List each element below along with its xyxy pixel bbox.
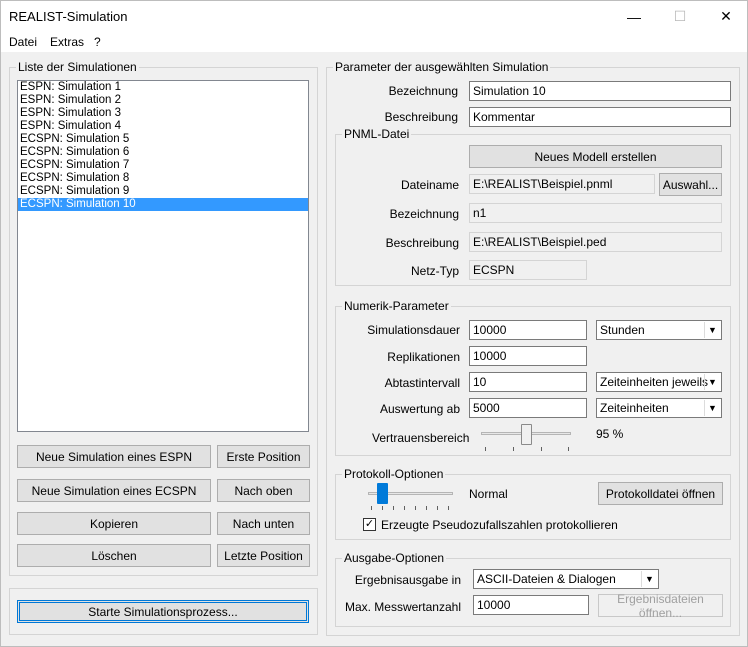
log-random-numbers-checkbox[interactable]: ✓ (363, 518, 376, 531)
start-simulation-button[interactable]: Starte Simulationsprozess... (17, 600, 309, 623)
model-description-field: E:\REALIST\Beispiel.ped (469, 232, 722, 252)
slider-tick (448, 506, 449, 510)
simulation-name-label: Bezeichnung (388, 84, 458, 98)
new-ecspn-simulation-button[interactable]: Neue Simulation eines ECSPN (17, 479, 211, 502)
move-down-button[interactable]: Nach unten (217, 512, 310, 535)
model-name-field: n1 (469, 203, 722, 223)
list-item[interactable]: ESPN: Simulation 2 (18, 94, 308, 107)
menu-extras[interactable]: Extras (50, 35, 84, 49)
list-item[interactable]: ECSPN: Simulation 10 (18, 198, 308, 211)
first-position-button[interactable]: Erste Position (217, 445, 310, 468)
chevron-down-icon[interactable]: ▼ (641, 571, 657, 587)
evaluation-start-field[interactable]: 5000 (469, 398, 587, 418)
list-item[interactable]: ECSPN: Simulation 8 (18, 172, 308, 185)
list-item[interactable]: ESPN: Simulation 3 (18, 107, 308, 120)
menu-help[interactable]: ? (94, 35, 101, 49)
sampling-interval-label: Abtastintervall (384, 376, 460, 390)
browse-file-button[interactable]: Auswahl... (659, 173, 722, 196)
result-output-label: Ergebnisausgabe in (354, 573, 461, 587)
max-measurements-label: Max. Messwertanzahl (344, 600, 461, 614)
numeric-parameters-legend: Numerik-Parameter (344, 299, 449, 313)
simulation-description-field[interactable]: Kommentar (469, 107, 731, 127)
result-output-select[interactable]: ASCII-Dateien & Dialogen ▼ (473, 569, 659, 589)
protocol-level-slider-thumb[interactable] (377, 483, 388, 504)
move-up-button[interactable]: Nach oben (217, 479, 310, 502)
output-options-legend: Ausgabe-Optionen (344, 551, 445, 565)
simulation-listbox[interactable]: ESPN: Simulation 1 ESPN: Simulation 2 ESPN… (17, 80, 309, 432)
confidence-label: Vertrauensbereich (372, 431, 470, 445)
close-button[interactable]: ✕ (703, 1, 748, 32)
interval-unit-value: Zeiteinheiten jeweils (600, 375, 709, 389)
maximize-button[interactable]: ☐ (657, 1, 703, 32)
replications-label: Replikationen (387, 350, 460, 364)
model-name-label: Bezeichnung (389, 207, 459, 221)
menu-bar: Datei Extras ? (1, 32, 747, 52)
net-type-label: Netz-Typ (410, 264, 459, 278)
list-item[interactable]: ECSPN: Simulation 9 (18, 185, 308, 198)
slider-tick (426, 506, 427, 510)
slider-tick (437, 506, 438, 510)
evaluation-start-label: Auswertung ab (379, 402, 460, 416)
simulation-duration-label: Simulationsdauer (367, 323, 460, 337)
list-item[interactable]: ESPN: Simulation 4 (18, 120, 308, 133)
new-espn-simulation-button[interactable]: Neue Simulation eines ESPN (17, 445, 211, 468)
open-log-file-button[interactable]: Protokolldatei öffnen (598, 482, 723, 505)
slider-tick (485, 447, 486, 451)
slider-tick (404, 506, 405, 510)
max-measurements-field[interactable]: 10000 (473, 595, 589, 615)
evaluation-unit-select[interactable]: Zeiteinheiten ▼ (596, 398, 722, 418)
simulation-description-label: Beschreibung (384, 110, 458, 124)
new-model-button[interactable]: Neues Modell erstellen (469, 145, 722, 168)
evaluation-unit-value: Zeiteinheiten (600, 401, 669, 415)
delete-button[interactable]: Löschen (17, 544, 211, 567)
filename-label: Dateiname (400, 178, 459, 192)
simulation-name-field[interactable]: Simulation 10 (469, 81, 731, 101)
minimize-button[interactable]: — (611, 1, 657, 32)
simulation-list-legend: Liste der Simulationen (18, 60, 137, 74)
filename-field: E:\REALIST\Beispiel.pnml (469, 174, 655, 194)
list-item[interactable]: ESPN: Simulation 1 (18, 81, 308, 94)
last-position-button[interactable]: Letzte Position (217, 544, 310, 567)
list-item[interactable]: ECSPN: Simulation 5 (18, 133, 308, 146)
duration-unit-value: Stunden (600, 323, 645, 337)
slider-tick (415, 506, 416, 510)
chevron-down-icon[interactable]: ▼ (704, 322, 720, 338)
slider-tick (393, 506, 394, 510)
main-window: REALIST-Simulation — ☐ ✕ Datei Extras ? … (0, 0, 748, 647)
protocol-level-label: Normal (469, 487, 508, 501)
result-output-value: ASCII-Dateien & Dialogen (477, 572, 616, 586)
interval-unit-select[interactable]: Zeiteinheiten jeweils ▼ (596, 372, 722, 392)
chevron-down-icon[interactable]: ▼ (704, 374, 720, 390)
duration-unit-select[interactable]: Stunden ▼ (596, 320, 722, 340)
title-bar: REALIST-Simulation — ☐ ✕ (1, 1, 747, 32)
slider-tick (371, 506, 372, 510)
confidence-value: 95 % (596, 427, 624, 441)
model-description-label: Beschreibung (385, 236, 459, 250)
slider-tick (568, 447, 569, 451)
confidence-slider-thumb[interactable] (521, 424, 533, 445)
list-item[interactable]: ECSPN: Simulation 6 (18, 146, 308, 159)
slider-tick (382, 506, 383, 510)
open-result-files-button[interactable]: Ergebnisdateien öffnen... (598, 592, 723, 620)
window-title: REALIST-Simulation (9, 9, 128, 24)
simulation-duration-field[interactable]: 10000 (469, 320, 587, 340)
pnml-file-legend: PNML-Datei (344, 127, 410, 141)
replications-field[interactable]: 10000 (469, 346, 587, 366)
sampling-interval-field[interactable]: 10 (469, 372, 587, 392)
log-random-numbers-label: Erzeugte Pseudozufallszahlen protokollie… (381, 518, 618, 532)
slider-tick (541, 447, 542, 451)
copy-button[interactable]: Kopieren (17, 512, 211, 535)
slider-tick (513, 447, 514, 451)
chevron-down-icon[interactable]: ▼ (704, 400, 720, 416)
net-type-field: ECSPN (469, 260, 587, 280)
list-item[interactable]: ECSPN: Simulation 7 (18, 159, 308, 172)
menu-datei[interactable]: Datei (9, 35, 37, 49)
parameters-legend: Parameter der ausgewählten Simulation (335, 60, 549, 74)
protocol-options-legend: Protokoll-Optionen (344, 467, 444, 481)
